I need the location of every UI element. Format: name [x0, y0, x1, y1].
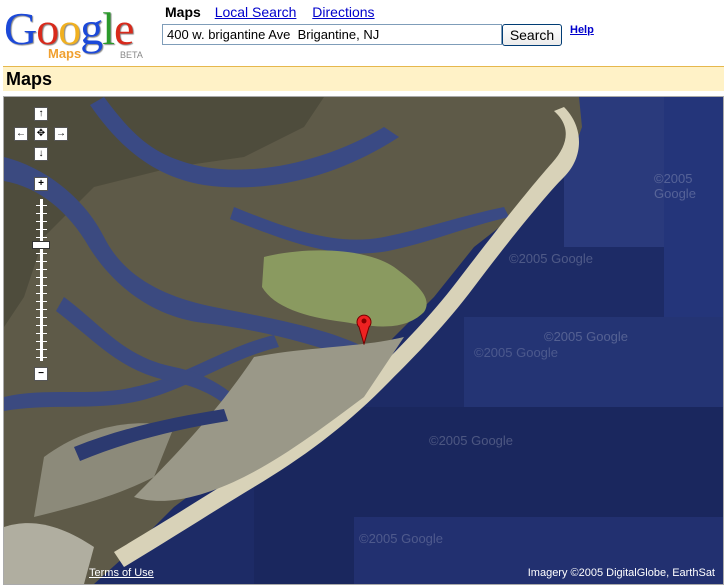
pan-center-icon[interactable]: ✥ [34, 127, 48, 141]
search-input[interactable] [162, 24, 502, 45]
page-title-bar: Maps [3, 66, 724, 91]
top-nav: Maps Local Search Directions [165, 4, 387, 20]
zoom-tick [36, 293, 47, 294]
copyright-watermark: ©2005 Google [654, 171, 696, 201]
zoom-tick [36, 325, 47, 326]
logo-letter: g [80, 3, 103, 54]
nav-link-directions[interactable]: Directions [312, 4, 374, 20]
zoom-tick [36, 357, 47, 358]
zoom-tick [36, 277, 47, 278]
search-button[interactable]: Search [502, 24, 562, 46]
zoom-out-icon[interactable]: − [34, 367, 48, 381]
pan-left-icon[interactable]: ← [14, 127, 28, 141]
pan-up-icon[interactable]: ↑ [34, 107, 48, 121]
logo-letter: G [4, 3, 37, 54]
zoom-tick [36, 213, 47, 214]
logo-maps-label: Maps [48, 46, 82, 61]
copyright-watermark: ©2005 Google [509, 251, 594, 266]
zoom-tick [36, 285, 47, 286]
pan-right-icon[interactable]: → [54, 127, 68, 141]
zoom-tick [36, 349, 47, 350]
logo-beta-label: BETA [120, 50, 143, 60]
pan-down-icon[interactable]: ↓ [34, 147, 48, 161]
nav-link-local-search[interactable]: Local Search [215, 4, 297, 20]
copyright-watermark: ©2005 Google [359, 531, 444, 546]
google-maps-logo[interactable]: Google Maps BETA [4, 4, 154, 62]
imagery-attribution: Imagery ©2005 DigitalGlobe, EarthSat [527, 567, 715, 579]
zoom-tick [36, 341, 47, 342]
zoom-slider-thumb[interactable] [32, 241, 50, 249]
nav-current-maps: Maps [165, 4, 201, 20]
zoom-tick [36, 261, 47, 262]
zoom-tick [36, 237, 47, 238]
zoom-tick [36, 301, 47, 302]
zoom-slider[interactable] [40, 199, 43, 361]
location-marker-icon[interactable] [356, 313, 372, 345]
zoom-tick [36, 205, 47, 206]
terms-of-use-link[interactable]: Terms of Use [89, 567, 154, 579]
zoom-tick [36, 333, 47, 334]
zoom-in-icon[interactable]: + [34, 177, 48, 191]
zoom-tick [36, 317, 47, 318]
copyright-watermark: ©2005 Google [544, 329, 629, 344]
copyright-watermark: ©2005 Google [429, 433, 514, 448]
zoom-tick [36, 253, 47, 254]
zoom-tick [36, 309, 47, 310]
logo-letter: l [102, 3, 115, 54]
copyright-watermark: ©2005 Google [474, 345, 559, 360]
zoom-tick [36, 229, 47, 230]
zoom-tick [36, 269, 47, 270]
map-viewport[interactable]: ©2005 Google ©2005 Google ©2005 Google ©… [3, 96, 724, 585]
zoom-tick [36, 221, 47, 222]
logo-letter: e [114, 3, 134, 54]
page-title: Maps [6, 69, 53, 89]
help-link[interactable]: Help [570, 24, 594, 36]
